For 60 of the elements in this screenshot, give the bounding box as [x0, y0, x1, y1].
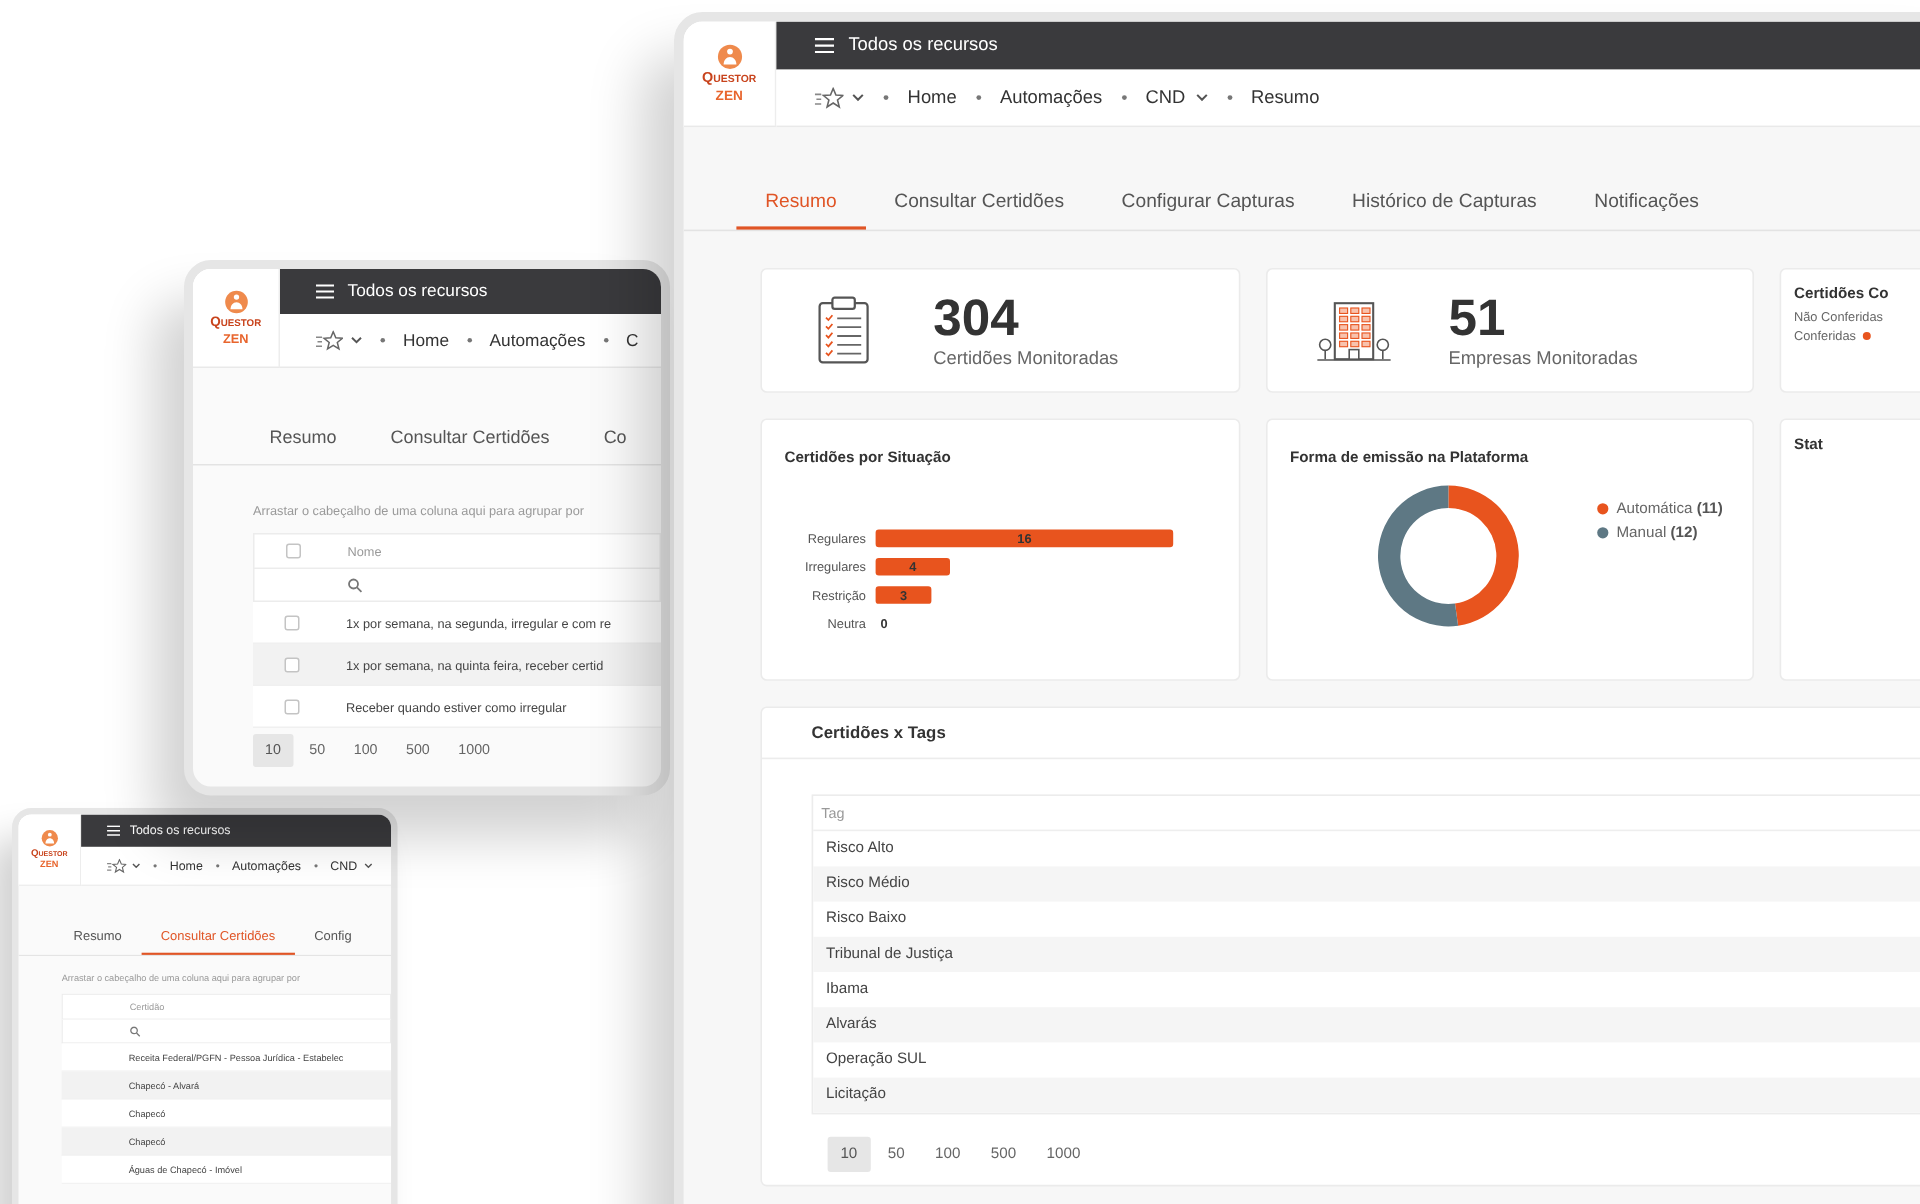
breadcrumb-link[interactable]: Automações	[489, 331, 586, 350]
chevron-down-icon	[350, 336, 363, 344]
separator-dot-icon	[314, 864, 318, 868]
separator-dot-icon	[1121, 95, 1127, 100]
chevron-down-icon	[1194, 93, 1208, 102]
chevron-down-icon	[851, 93, 865, 102]
stat-label: Certidões Monitoradas	[933, 349, 1119, 369]
tab[interactable]: Resumo	[242, 411, 364, 464]
tab[interactable]: Co	[576, 411, 654, 464]
search-icon	[347, 577, 363, 593]
favorites-button[interactable]	[316, 329, 363, 351]
separator-dot-icon	[975, 95, 981, 100]
menu-icon	[107, 825, 120, 837]
checkbox[interactable]	[284, 656, 300, 672]
filter-field[interactable]	[253, 569, 661, 602]
breadcrumb-dropdown[interactable]: CND	[1145, 88, 1208, 108]
building-icon	[1317, 298, 1391, 363]
breadcrumb-link[interactable]: Automações	[999, 88, 1103, 108]
breadcrumb-link[interactable]: Home	[907, 88, 957, 108]
checkbox[interactable]	[284, 698, 300, 714]
star-icon	[316, 329, 343, 351]
separator-dot-icon	[215, 864, 219, 868]
separator-dot-icon	[603, 338, 608, 343]
separator-dot-icon	[467, 338, 472, 343]
separator-dot-icon	[380, 338, 385, 343]
filter-field[interactable]	[61, 1019, 392, 1044]
logo-icon	[223, 290, 248, 315]
stat-label: Empresas Monitoradas	[1448, 349, 1638, 369]
stat-value: 304	[933, 292, 1021, 344]
logo-icon	[40, 829, 58, 848]
checkbox[interactable]	[286, 543, 301, 559]
separator-dot-icon	[1226, 95, 1232, 100]
tab[interactable]: Notificações	[1565, 173, 1728, 230]
stat-value: 51	[1448, 292, 1508, 344]
breadcrumb-link[interactable]: C	[625, 331, 639, 350]
breadcrumb-link[interactable]: Resumo	[1250, 88, 1320, 108]
tab[interactable]: Resumo	[736, 173, 866, 230]
tab[interactable]: Consultar Certidões	[363, 411, 577, 464]
bar	[875, 557, 950, 576]
favorites-button[interactable]	[814, 86, 865, 109]
chevron-down-icon	[363, 863, 373, 869]
panel-title: Certidões x Tags	[811, 723, 946, 743]
chevron-down-icon	[131, 863, 141, 869]
search-icon	[129, 1025, 141, 1037]
separator-dot-icon	[153, 864, 157, 868]
bar	[875, 586, 932, 604]
star-icon	[814, 86, 844, 109]
breadcrumb-link[interactable]: Home	[403, 331, 450, 350]
menu-button[interactable]: Todos os recursos	[814, 36, 998, 56]
separator-dot-icon	[883, 95, 889, 100]
donut-slice	[1378, 485, 1459, 627]
tab[interactable]: Histórico de Capturas	[1323, 173, 1566, 230]
menu-icon	[316, 284, 334, 299]
checkbox[interactable]	[284, 614, 300, 630]
menu-button[interactable]: Todos os recursos	[316, 282, 488, 301]
tab[interactable]: Consultar Certidões	[865, 173, 1093, 230]
tab[interactable]: Configurar Capturas	[1092, 173, 1324, 230]
logo-icon	[716, 44, 742, 71]
donut-slice	[1448, 485, 1519, 626]
menu-icon	[814, 37, 834, 54]
